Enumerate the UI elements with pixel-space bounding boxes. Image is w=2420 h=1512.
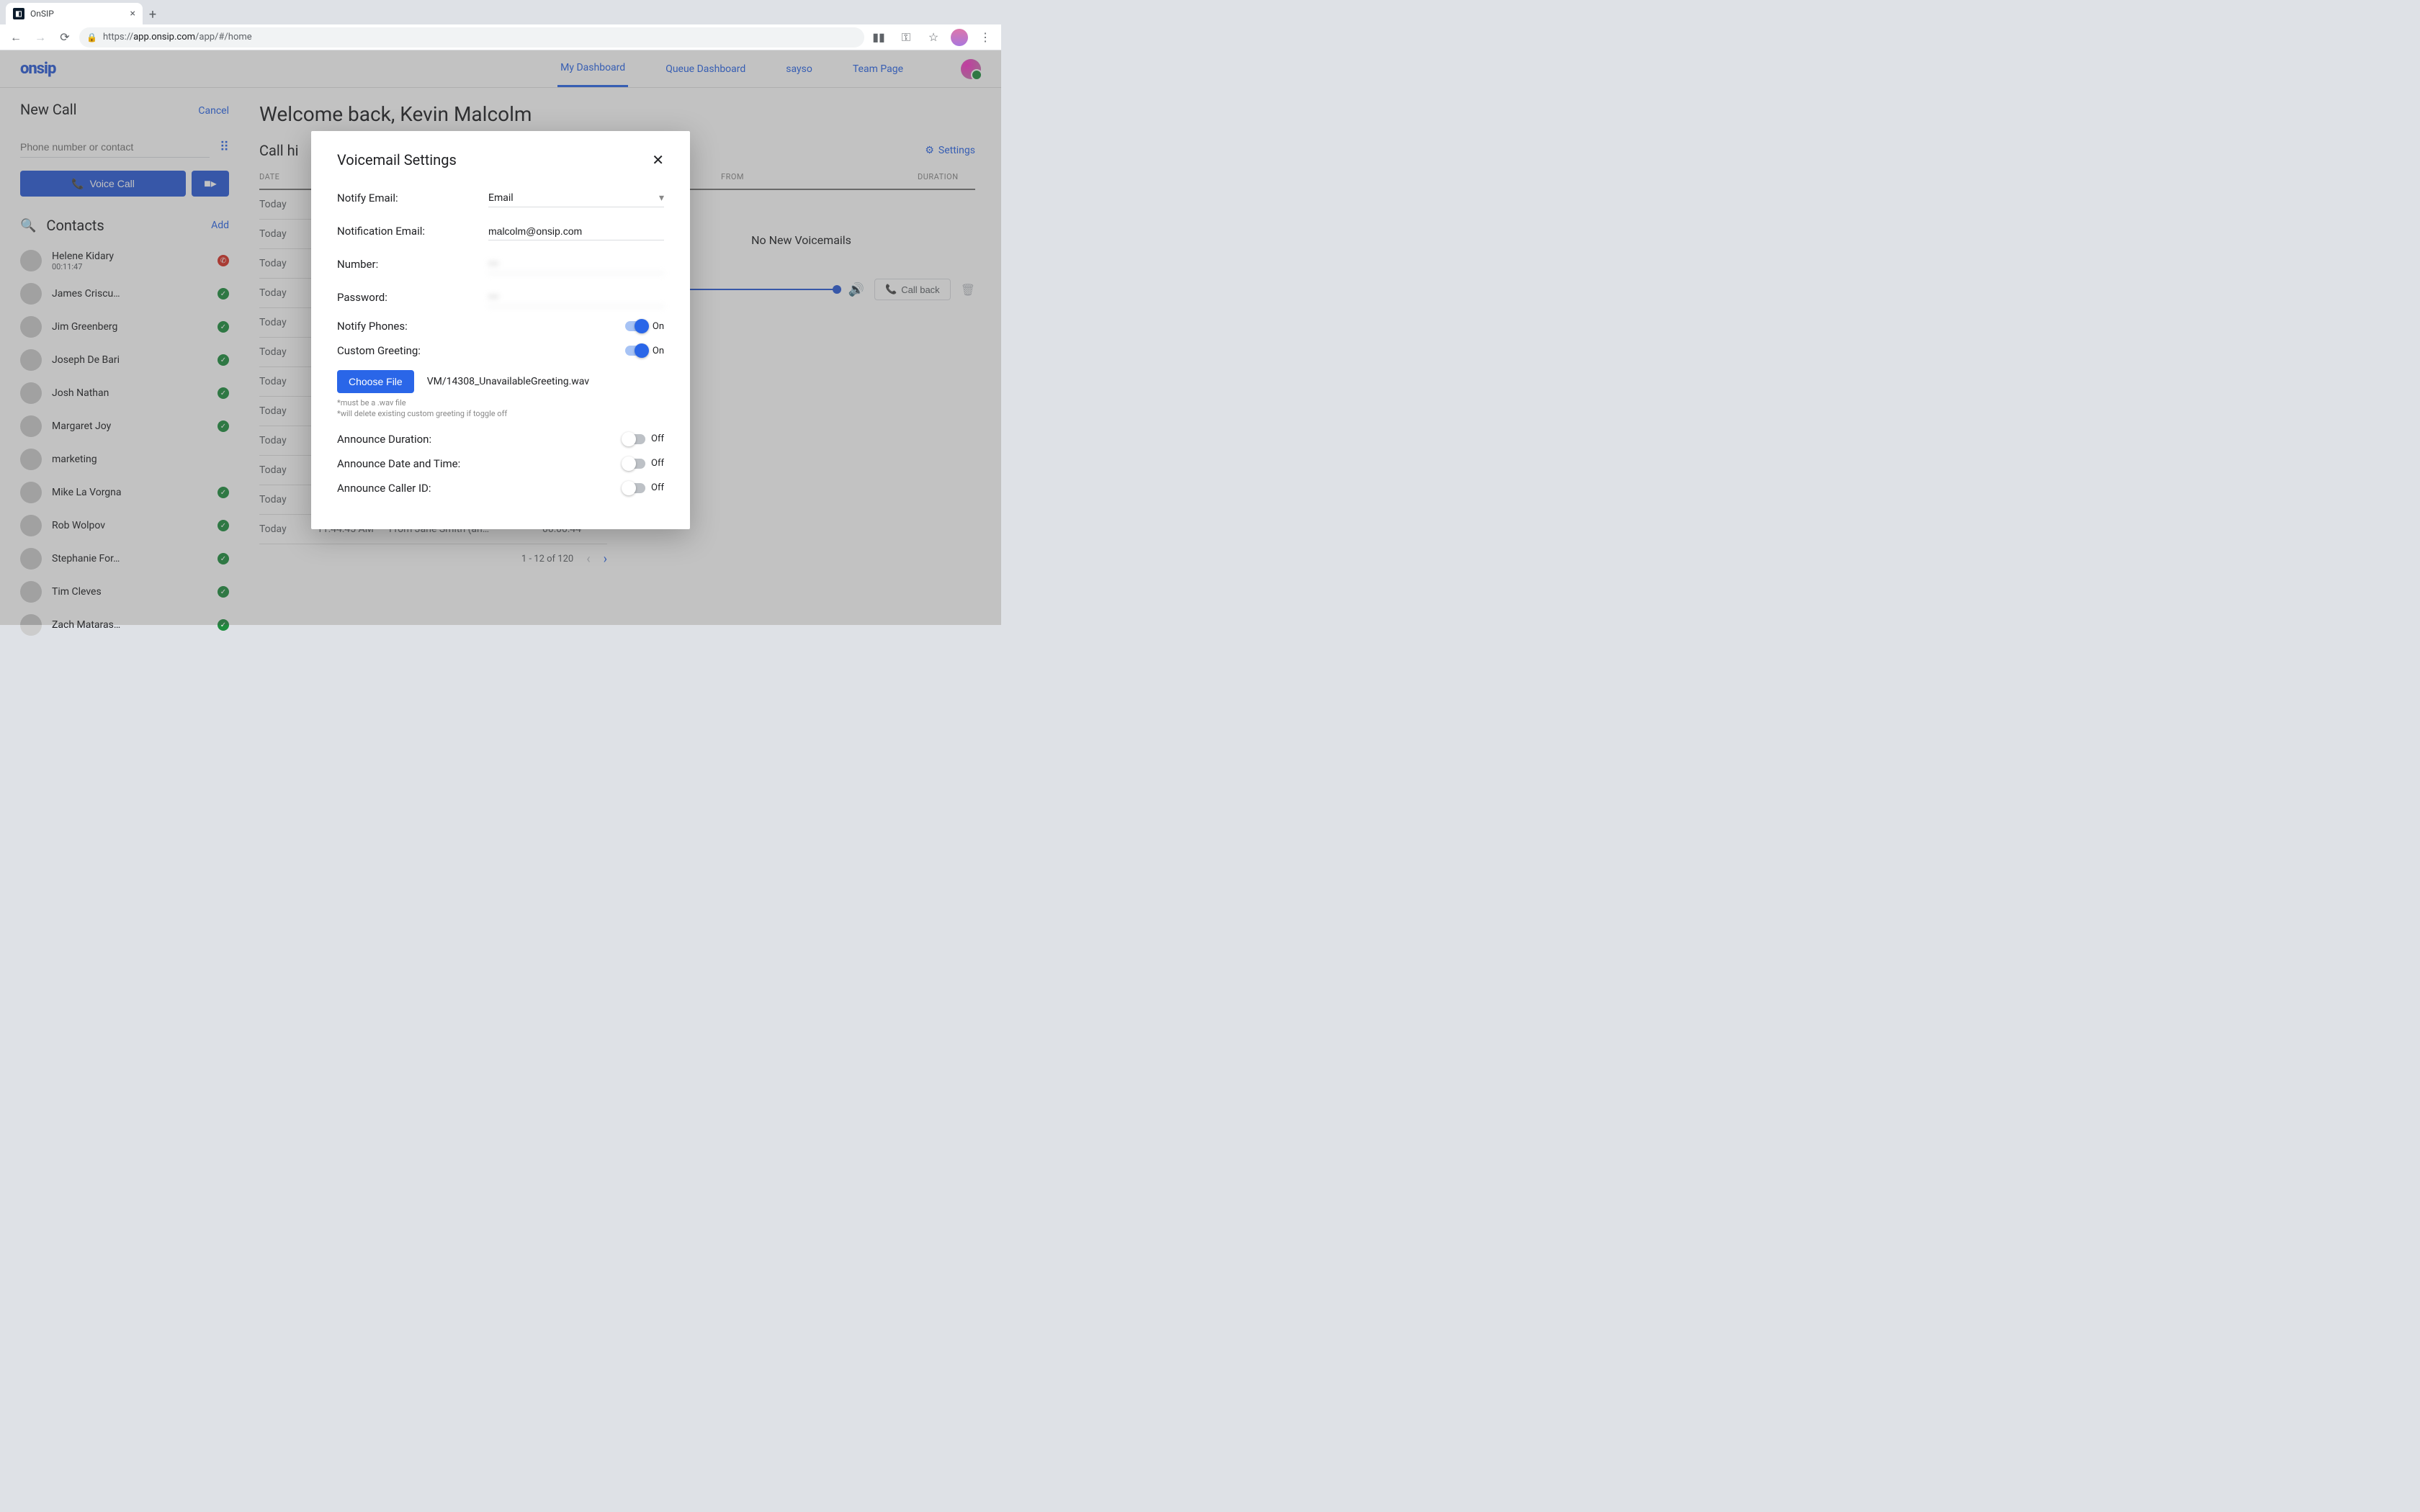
announce-datetime-state: Off bbox=[651, 458, 664, 469]
number-label: Number: bbox=[337, 258, 488, 271]
address-bar[interactable]: 🔒 https://app.onsip.com/app/#/home bbox=[79, 27, 864, 48]
announce-duration-state: Off bbox=[651, 433, 664, 444]
notification-email-input[interactable] bbox=[488, 222, 664, 240]
announce-duration-label: Announce Duration: bbox=[337, 433, 431, 446]
password-label: Password: bbox=[337, 291, 488, 304]
greeting-file-name: VM/14308_UnavailableGreeting.wav bbox=[427, 376, 589, 387]
browser-tab[interactable]: ◧ OnSIP × bbox=[6, 3, 143, 24]
notify-phones-toggle[interactable]: On bbox=[625, 321, 664, 332]
back-button[interactable]: ← bbox=[6, 27, 26, 48]
tab-strip: ◧ OnSIP × + bbox=[0, 0, 1001, 24]
profile-avatar[interactable] bbox=[951, 29, 968, 46]
notify-phones-state: On bbox=[653, 321, 664, 332]
notification-email-label: Notification Email: bbox=[337, 225, 488, 238]
forward-button[interactable]: → bbox=[30, 27, 50, 48]
close-tab-icon[interactable]: × bbox=[130, 8, 135, 19]
announce-callerid-toggle[interactable]: Off bbox=[624, 482, 664, 493]
announce-duration-toggle[interactable]: Off bbox=[624, 433, 664, 444]
notify-email-value: Email bbox=[488, 192, 514, 204]
app-root: onsip My Dashboard Queue Dashboard sayso… bbox=[0, 50, 1001, 625]
notify-email-select[interactable]: Email ▾ bbox=[488, 189, 664, 207]
star-icon[interactable]: ☆ bbox=[923, 27, 944, 48]
announce-callerid-label: Announce Caller ID: bbox=[337, 482, 431, 495]
reload-button[interactable]: ⟳ bbox=[55, 27, 75, 48]
voicemail-settings-modal: Voicemail Settings ✕ Notify Email: Email… bbox=[311, 131, 690, 529]
url-text: https://app.onsip.com/app/#/home bbox=[103, 32, 252, 42]
modal-title: Voicemail Settings bbox=[337, 151, 457, 168]
chevron-down-icon: ▾ bbox=[659, 192, 664, 204]
close-icon[interactable]: ✕ bbox=[652, 151, 664, 168]
browser-toolbar: ← → ⟳ 🔒 https://app.onsip.com/app/#/home… bbox=[0, 24, 1001, 50]
number-field[interactable]: ••• bbox=[488, 256, 664, 274]
announce-datetime-toggle[interactable]: Off bbox=[624, 458, 664, 469]
custom-greeting-state: On bbox=[653, 346, 664, 356]
new-tab-button[interactable]: + bbox=[143, 4, 163, 24]
custom-greeting-toggle[interactable]: On bbox=[625, 346, 664, 356]
camera-icon[interactable]: ▮▮ bbox=[869, 27, 889, 48]
notify-email-label: Notify Email: bbox=[337, 192, 488, 204]
notify-phones-label: Notify Phones: bbox=[337, 320, 408, 333]
choose-file-button[interactable]: Choose File bbox=[337, 370, 414, 393]
custom-greeting-label: Custom Greeting: bbox=[337, 344, 421, 357]
password-field[interactable]: ••• bbox=[488, 289, 664, 307]
fine-print: *must be a .wav file *will delete existi… bbox=[337, 397, 664, 420]
browser-chrome: ◧ OnSIP × + ← → ⟳ 🔒 https://app.onsip.co… bbox=[0, 0, 1001, 50]
key-icon[interactable]: ⚿ bbox=[896, 27, 916, 48]
favicon-icon: ◧ bbox=[13, 8, 24, 19]
announce-callerid-state: Off bbox=[651, 482, 664, 493]
announce-datetime-label: Announce Date and Time: bbox=[337, 457, 460, 470]
tab-title: OnSIP bbox=[30, 9, 54, 19]
lock-icon: 🔒 bbox=[86, 32, 97, 42]
menu-icon[interactable]: ⋮ bbox=[975, 27, 995, 48]
